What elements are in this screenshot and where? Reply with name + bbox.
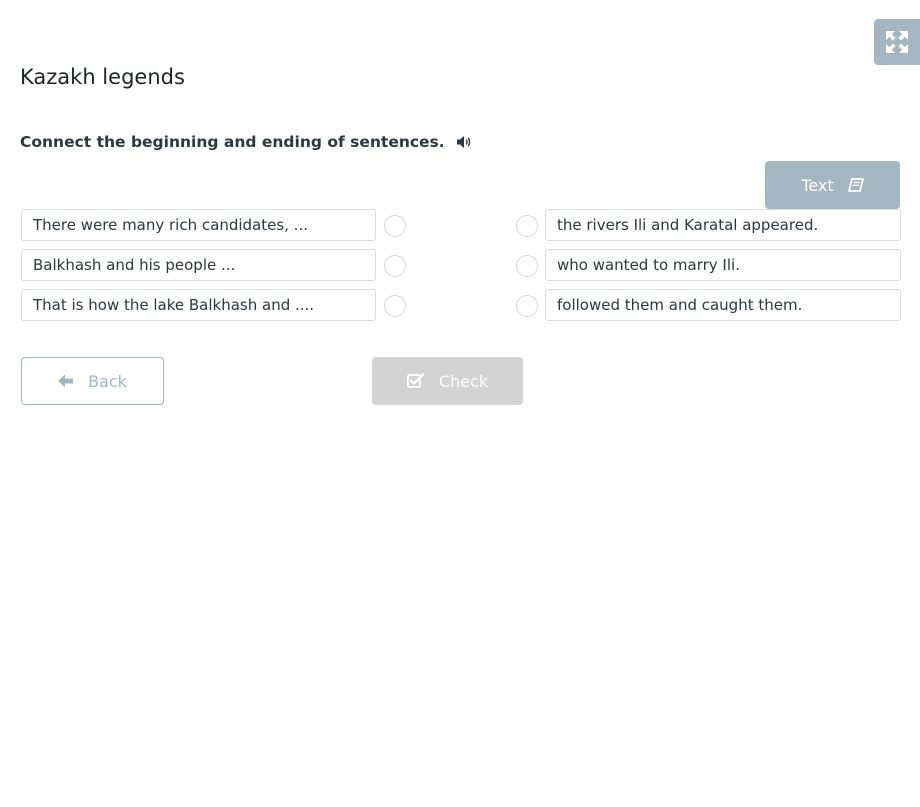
right-connector[interactable]	[516, 255, 538, 277]
back-button[interactable]: Back	[21, 357, 164, 405]
left-item-text: Balkhash and his people ...	[33, 256, 236, 274]
right-item-text: the rivers Ili and Karatal appeared.	[557, 216, 819, 234]
checkbox-check-icon	[406, 373, 425, 389]
right-item[interactable]: the rivers Ili and Karatal appeared.	[545, 209, 901, 241]
check-button-label: Check	[438, 371, 489, 391]
left-item[interactable]: There were many rich candidates, ...	[21, 209, 376, 241]
page-title: Kazakh legends	[20, 65, 185, 89]
left-item-text: That is how the lake Balkhash and ....	[33, 296, 315, 314]
instruction-text: Connect the beginning and ending of sent…	[20, 133, 445, 151]
text-button[interactable]: Text	[765, 161, 900, 209]
right-connector[interactable]	[516, 295, 538, 317]
left-item[interactable]: That is how the lake Balkhash and ....	[21, 289, 376, 321]
fullscreen-button[interactable]	[874, 19, 920, 65]
left-connector[interactable]	[384, 295, 406, 317]
expand-arrows-icon	[885, 30, 909, 54]
book-icon	[847, 178, 864, 192]
left-item[interactable]: Balkhash and his people ...	[21, 249, 376, 281]
right-item-text: followed them and caught them.	[557, 296, 803, 314]
right-item[interactable]: followed them and caught them.	[545, 289, 901, 321]
speaker-icon[interactable]	[456, 135, 473, 149]
right-item[interactable]: who wanted to marry Ili.	[545, 249, 901, 281]
check-button[interactable]: Check	[372, 357, 523, 405]
back-button-label: Back	[88, 371, 127, 391]
instruction: Connect the beginning and ending of sent…	[20, 131, 473, 153]
arrow-left-icon	[58, 374, 74, 388]
left-item-text: There were many rich candidates, ...	[33, 216, 308, 234]
right-item-text: who wanted to marry Ili.	[557, 256, 740, 274]
left-connector[interactable]	[384, 255, 406, 277]
left-connector[interactable]	[384, 215, 406, 237]
text-button-label: Text	[801, 175, 834, 195]
right-connector[interactable]	[516, 215, 538, 237]
